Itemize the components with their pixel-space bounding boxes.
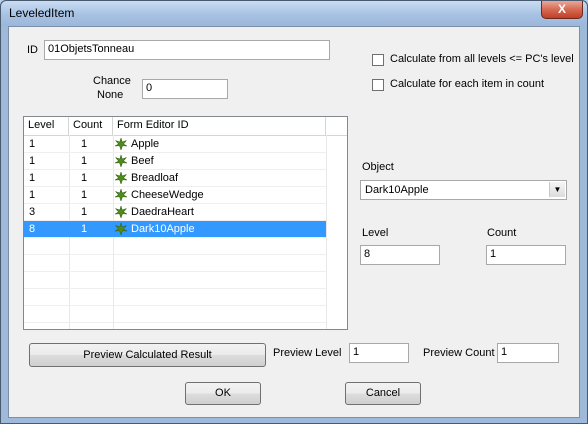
calc-each-item-checkbox[interactable] (372, 79, 384, 91)
row-form-editor-id: CheeseWedge (131, 189, 204, 201)
row-form-editor-id: Beef (131, 155, 154, 167)
column-header-level[interactable]: Level (24, 117, 69, 135)
row-count: 1 (81, 206, 88, 218)
row-separator (24, 254, 326, 255)
column-header-form-editor-id[interactable]: Form Editor ID (113, 117, 326, 135)
row-count: 1 (81, 172, 88, 184)
row-level: 1 (29, 172, 36, 184)
count-input[interactable]: 1 (486, 245, 566, 265)
row-level: 1 (29, 155, 36, 167)
calc-each-item-label: Calculate for each item in count (390, 78, 545, 90)
list-header: Level Count Form Editor ID (24, 117, 347, 136)
table-row[interactable]: 1 1 Apple (24, 136, 326, 153)
column-divider (326, 135, 327, 329)
row-level: 8 (29, 223, 36, 235)
row-count: 1 (81, 189, 88, 201)
object-label: Object (362, 161, 394, 173)
chance-none-input[interactable]: 0 (142, 79, 228, 99)
leveled-list[interactable]: Level Count Form Editor ID 1 1 Apple 1 1 Beef… (23, 116, 348, 330)
row-count: 1 (81, 223, 88, 235)
calc-all-levels-label: Calculate from all levels <= PC's level (390, 53, 574, 65)
table-row[interactable]: 1 1 CheeseWedge (24, 187, 326, 204)
calc-all-levels-checkbox[interactable] (372, 54, 384, 66)
preview-count-label: Preview Count (423, 347, 495, 359)
row-form-editor-id: Dark10Apple (131, 223, 195, 235)
row-separator (24, 271, 326, 272)
row-level: 1 (29, 138, 36, 150)
chance-none-label-line2: None (97, 89, 124, 101)
table-row[interactable]: 3 1 DaedraHeart (24, 204, 326, 221)
row-separator (24, 305, 326, 306)
row-separator (24, 237, 326, 238)
preview-level-input[interactable]: 1 (349, 343, 409, 363)
column-header-count[interactable]: Count (69, 117, 113, 135)
preview-calculated-result-button[interactable]: Preview Calculated Result (29, 343, 266, 367)
row-form-editor-id: Apple (131, 138, 160, 150)
title-bar[interactable]: LeveledItem X (1, 1, 587, 26)
id-label: ID (27, 44, 38, 56)
window-title: LeveledItem (9, 6, 75, 20)
close-button[interactable]: X (541, 1, 583, 19)
column-header-filler (326, 117, 347, 135)
id-input[interactable]: 01ObjetsTonneau (44, 40, 330, 60)
table-row[interactable]: 8 1 Dark10Apple (24, 221, 326, 238)
row-level: 1 (29, 189, 36, 201)
ok-button[interactable]: OK (185, 382, 261, 405)
row-separator (24, 322, 326, 323)
row-form-editor-id: DaedraHeart (131, 206, 194, 218)
row-count: 1 (81, 138, 88, 150)
dialog-client-area: ID 01ObjetsTonneau Chance None 0 Calcula… (8, 26, 580, 418)
row-form-editor-id: Breadloaf (131, 172, 179, 184)
count-label: Count (487, 227, 517, 239)
row-separator (24, 288, 326, 289)
object-dropdown-value: Dark10Apple (365, 184, 429, 196)
preview-level-label: Preview Level (273, 347, 342, 359)
row-level: 3 (29, 206, 36, 218)
leveled-item-window: LeveledItem X ID 01ObjetsTonneau Chance … (0, 0, 588, 424)
chevron-down-icon[interactable]: ▼ (549, 182, 565, 197)
table-row[interactable]: 1 1 Breadloaf (24, 170, 326, 187)
preview-count-input[interactable]: 1 (497, 343, 559, 363)
chance-none-label-line1: Chance (93, 75, 131, 87)
level-input[interactable]: 8 (360, 245, 440, 265)
object-dropdown[interactable]: Dark10Apple ▼ (360, 180, 567, 200)
row-count: 1 (81, 155, 88, 167)
table-row[interactable]: 1 1 Beef (24, 153, 326, 170)
level-label: Level (362, 227, 389, 239)
cancel-button[interactable]: Cancel (345, 382, 421, 405)
